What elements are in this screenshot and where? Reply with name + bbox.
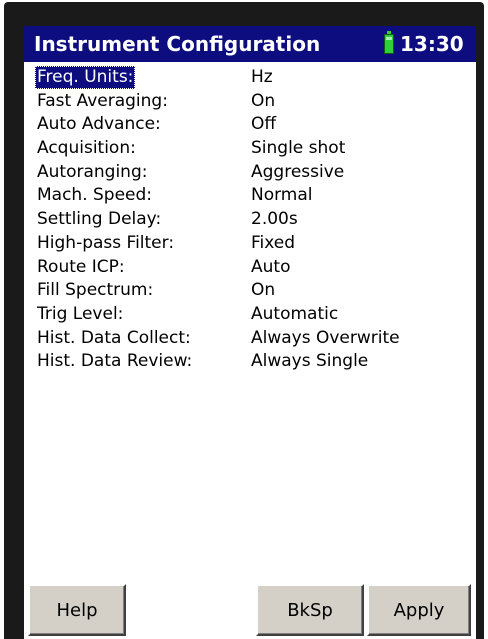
instrument-screen: Instrument Configuration 13:30 Freq. Uni… [24, 26, 476, 639]
setting-label: Settling Delay: [37, 209, 162, 230]
setting-row-fast-averaging[interactable]: Fast Averaging: On [24, 90, 476, 114]
setting-row-hist-data-review[interactable]: Hist. Data Review: Always Single [24, 350, 476, 374]
setting-value: Always Overwrite [251, 327, 400, 348]
setting-label: Fast Averaging: [37, 90, 168, 111]
setting-value: Always Single [251, 351, 369, 372]
setting-row-fill-spectrum[interactable]: Fill Spectrum: On [24, 279, 476, 303]
apply-button[interactable]: Apply [367, 584, 471, 636]
backspace-button[interactable]: BkSp [256, 584, 364, 636]
clock: 13:30 [400, 32, 464, 56]
setting-value: On [251, 90, 276, 111]
setting-label: Freq. Units: [35, 66, 136, 89]
setting-label: Auto Advance: [37, 114, 161, 135]
setting-value: Auto [251, 256, 291, 277]
setting-value: On [251, 280, 276, 301]
setting-value: Fixed [251, 232, 296, 253]
setting-row-hist-data-collect[interactable]: Hist. Data Collect: Always Overwrite [24, 327, 476, 351]
help-button[interactable]: Help [28, 584, 126, 636]
setting-label: Acquisition: [37, 138, 136, 159]
setting-row-route-icp[interactable]: Route ICP: Auto [24, 256, 476, 280]
setting-value: 2.00s [251, 209, 298, 230]
setting-value: Normal [251, 185, 313, 206]
battery-icon [384, 31, 394, 54]
setting-value: Aggressive [251, 161, 345, 182]
setting-label: Hist. Data Collect: [37, 327, 191, 348]
settings-list: Freq. Units: Hz Fast Averaging: On Auto … [24, 66, 476, 374]
setting-label: Trig Level: [37, 303, 124, 324]
setting-row-freq-units[interactable]: Freq. Units: Hz [24, 66, 476, 90]
setting-row-acquisition[interactable]: Acquisition: Single shot [24, 137, 476, 161]
setting-row-autoranging[interactable]: Autoranging: Aggressive [24, 161, 476, 185]
setting-value: Single shot [251, 138, 346, 159]
title-bar: Instrument Configuration 13:30 [24, 26, 476, 62]
setting-label: Hist. Data Review: [37, 351, 193, 372]
setting-value: Off [251, 114, 277, 135]
setting-row-high-pass-filter[interactable]: High-pass Filter: Fixed [24, 232, 476, 256]
setting-value: Hz [251, 67, 273, 87]
setting-row-trig-level[interactable]: Trig Level: Automatic [24, 303, 476, 327]
setting-label: Autoranging: [37, 161, 148, 182]
setting-label: Mach. Speed: [37, 185, 153, 206]
setting-row-mach-speed[interactable]: Mach. Speed: Normal [24, 184, 476, 208]
setting-label: High-pass Filter: [37, 232, 175, 253]
setting-value: Automatic [251, 303, 339, 324]
setting-row-settling-delay[interactable]: Settling Delay: 2.00s [24, 208, 476, 232]
setting-label: Fill Spectrum: [37, 280, 154, 301]
setting-label: Route ICP: [37, 256, 125, 277]
window-title: Instrument Configuration [34, 32, 321, 56]
setting-row-auto-advance[interactable]: Auto Advance: Off [24, 113, 476, 137]
